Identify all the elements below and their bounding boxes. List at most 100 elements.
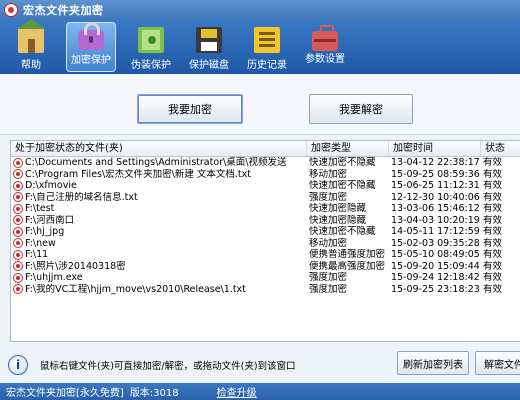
encrypted-lock-icon xyxy=(13,284,23,295)
file-path-cell: F:\11 xyxy=(11,249,307,261)
encrypt-type-cell: 快速加密隐藏 xyxy=(309,214,367,226)
toolbar-disguise-protect-label: 伪装保护 xyxy=(131,60,171,71)
encrypt-time-cell: 13-03-06 15:46:12 xyxy=(391,203,480,214)
encrypted-lock-icon xyxy=(13,180,23,191)
encrypt-type-cell: 快速加密不隐藏 xyxy=(309,180,376,191)
encrypt-time-cell: 15-09-25 08:59:36 xyxy=(391,168,480,180)
file-path-text: C:\Documents and Settings\Administrator\… xyxy=(25,157,287,168)
encrypt-time-cell: 15-09-25 23:18:23 xyxy=(391,283,480,295)
file-path-text: F:\new xyxy=(25,237,56,249)
file-path-cell: F:\河西南口 xyxy=(11,215,307,227)
encrypt-time-cell: 13-04-03 10:20:19 xyxy=(391,214,480,226)
file-path-text: F:\11 xyxy=(25,249,49,260)
decrypt-file-button[interactable]: 解密文件( xyxy=(475,351,520,375)
table-row[interactable]: F:\new 移动加密 15-02-03 09:35:28 有效 xyxy=(11,238,520,250)
toolbar-history-label: 历史记录 xyxy=(247,60,287,71)
column-header-status[interactable]: 状态 xyxy=(481,141,520,156)
toolbox-icon xyxy=(312,25,338,51)
toolbar-encrypt-protect-button[interactable]: 加密保护 xyxy=(66,22,116,72)
main-window: 宏杰文件夹加密 帮助 加密保护 伪装保护 保护磁盘 历史记录 参数设置 我要加密 xyxy=(0,0,520,400)
encrypted-lock-icon xyxy=(13,157,23,168)
table-row[interactable]: F:\hj_jpg 快速加密不隐藏 14-05-11 17:12:59 有效 xyxy=(11,226,520,238)
status-cell: 有效 xyxy=(483,214,503,226)
table-row[interactable]: D:\xfmovie 快速加密不隐藏 15-06-25 11:12:31 有效 xyxy=(11,180,520,192)
toolbar-disguise-protect-button[interactable]: 伪装保护 xyxy=(128,22,174,72)
file-path-cell: F:\test xyxy=(11,203,307,215)
file-path-cell: F:\hj_jpg xyxy=(11,226,307,238)
table-row[interactable]: F:\自己注册的域名信息.txt 强度加密 12-12-30 10:40:06 有效 xyxy=(11,192,520,204)
check-update-link[interactable]: 检查升级 xyxy=(217,384,257,399)
encrypt-time-cell: 15-09-24 12:18:42 xyxy=(391,272,480,283)
encrypted-lock-icon xyxy=(13,261,23,272)
toolbar-protect-disk-button[interactable]: 保护磁盘 xyxy=(186,22,232,72)
log-icon xyxy=(254,27,280,53)
lock-icon xyxy=(78,22,104,50)
toolbar-encrypt-protect-label: 加密保护 xyxy=(71,55,111,66)
file-path-text: F:\test xyxy=(25,203,55,214)
status-cell: 有效 xyxy=(483,237,503,249)
table-row[interactable]: C:\Documents and Settings\Administrator\… xyxy=(11,157,520,169)
file-path-cell: F:\照片\涉20140318密 xyxy=(11,261,307,273)
toolbar-help-button[interactable]: 帮助 xyxy=(8,19,54,72)
toolbar-history-button[interactable]: 历史记录 xyxy=(244,22,290,72)
file-path-cell: F:\new xyxy=(11,238,307,250)
encrypt-type-cell: 移动加密 xyxy=(309,237,348,249)
status-app-name: 宏杰文件夹加密[永久免费] xyxy=(6,388,124,399)
file-path-cell: C:\Program Files\宏杰文件夹加密\新建 文本文档.txt xyxy=(11,169,307,181)
book-icon xyxy=(138,27,164,53)
file-path-cell: C:\Documents and Settings\Administrator\… xyxy=(11,157,307,169)
encrypt-button[interactable]: 我要加密 xyxy=(137,94,243,124)
info-text: 鼠标右键文件(夹)可直接加密/解密，或拖动文件(夹)到该窗口 xyxy=(40,361,296,372)
table-row[interactable]: F:\11 便携普通强度加密 15-05-10 08:49:05 有效 xyxy=(11,249,520,261)
file-path-text: F:\uhjjm.exe xyxy=(25,272,83,283)
encrypt-type-cell: 强度加密 xyxy=(309,191,348,203)
title-bar[interactable]: 宏杰文件夹加密 xyxy=(0,0,520,20)
action-area: 我要加密 我要解密 xyxy=(0,74,520,135)
encrypted-lock-icon xyxy=(13,192,23,203)
status-cell: 有效 xyxy=(483,180,503,191)
status-cell: 有效 xyxy=(483,260,503,272)
encrypted-lock-icon xyxy=(13,249,23,260)
table-row[interactable]: F:\照片\涉20140318密 便携最高强度加密 15-09-20 15:09:4… xyxy=(11,261,520,273)
encrypt-type-cell: 快速加密不隐藏 xyxy=(309,157,376,168)
file-path-cell: F:\uhjjm.exe xyxy=(11,272,307,284)
file-path-cell: F:\自己注册的域名信息.txt xyxy=(11,192,307,204)
status-cell: 有效 xyxy=(483,226,503,237)
refresh-list-button[interactable]: 刷新加密列表 xyxy=(397,351,469,375)
status-version: 版本:3018 xyxy=(129,388,179,399)
file-path-text: F:\我的VC工程\hjjm_move\vs2010\Release\1.txt xyxy=(25,283,246,295)
table-row[interactable]: C:\Program Files\宏杰文件夹加密\新建 文本文档.txt 移动加密… xyxy=(11,169,520,181)
table-row[interactable]: F:\河西南口 快速加密隐藏 13-04-03 10:20:19 有效 xyxy=(11,215,520,227)
status-cell: 有效 xyxy=(483,168,503,180)
encrypted-lock-icon xyxy=(13,203,23,214)
file-path-cell: F:\我的VC工程\hjjm_move\vs2010\Release\1.txt xyxy=(11,284,307,296)
status-cell: 有效 xyxy=(483,272,503,283)
encrypt-time-cell: 15-06-25 11:12:31 xyxy=(391,180,480,191)
toolbar-settings-button[interactable]: 参数设置 xyxy=(302,22,348,72)
encrypted-lock-icon xyxy=(13,272,23,283)
file-path-cell: D:\xfmovie xyxy=(11,180,307,192)
encrypt-type-cell: 快速加密隐藏 xyxy=(309,203,367,214)
column-header-file[interactable]: 处于加密状态的文件(夹) xyxy=(11,141,307,156)
encrypt-type-cell: 强度加密 xyxy=(309,272,348,283)
table-row[interactable]: F:\uhjjm.exe 强度加密 15-09-24 12:18:42 有效 xyxy=(11,272,520,284)
home-icon xyxy=(17,19,45,53)
toolbar-protect-disk-label: 保护磁盘 xyxy=(189,60,229,71)
file-path-text: F:\河西南口 xyxy=(25,214,75,226)
column-header-type[interactable]: 加密类型 xyxy=(307,141,389,156)
table-row[interactable]: F:\我的VC工程\hjjm_move\vs2010\Release\1.txt… xyxy=(11,284,520,296)
file-path-text: F:\hj_jpg xyxy=(25,226,65,237)
encrypted-files-table[interactable]: 处于加密状态的文件(夹) 加密类型 加密时间 状态 C:\Documents a… xyxy=(10,140,520,342)
encrypt-time-cell: 14-05-11 17:12:59 xyxy=(391,226,480,237)
status-cell: 有效 xyxy=(483,203,503,214)
app-logo-icon xyxy=(4,3,18,17)
encrypt-type-cell: 便携普通强度加密 xyxy=(309,249,386,260)
encrypt-time-cell: 15-05-10 08:49:05 xyxy=(391,249,480,260)
encrypted-lock-icon xyxy=(13,226,23,237)
decrypt-button[interactable]: 我要解密 xyxy=(309,94,413,124)
file-path-text: F:\照片\涉20140318密 xyxy=(25,260,126,272)
status-cell: 有效 xyxy=(483,283,503,295)
encrypt-time-cell: 15-09-20 15:09:44 xyxy=(391,260,480,272)
column-header-time[interactable]: 加密时间 xyxy=(389,141,481,156)
table-row[interactable]: F:\test 快速加密隐藏 13-03-06 15:46:12 有效 xyxy=(11,203,520,215)
